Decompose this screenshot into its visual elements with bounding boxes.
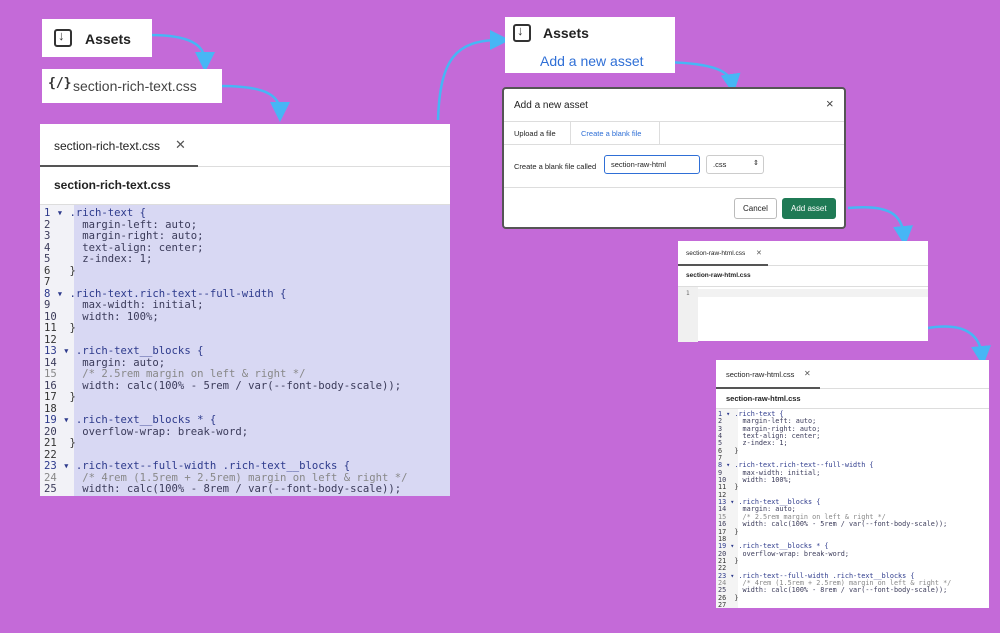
code-line: 11 } bbox=[44, 322, 76, 334]
code-line: 27 bbox=[718, 600, 727, 608]
assets-panel-right: Assets Add a new asset bbox=[505, 17, 675, 73]
code-line: 9 max-width: initial; bbox=[44, 299, 204, 311]
file-chip[interactable]: {/} section-rich-text.css bbox=[42, 69, 222, 103]
add-asset-button[interactable]: Add asset bbox=[782, 198, 836, 219]
extension-select[interactable]: .css ⇕ bbox=[706, 155, 764, 174]
code-line: 5 z-index: 1; bbox=[44, 253, 153, 265]
file-title: section-raw-html.css bbox=[686, 272, 751, 279]
dialog-title: Add a new asset bbox=[514, 100, 588, 111]
assets-label: Assets bbox=[543, 25, 589, 41]
code-line: 11 } bbox=[718, 483, 739, 492]
tab-upload-file[interactable]: Upload a file bbox=[504, 122, 570, 144]
filename-value: section-raw-html bbox=[611, 160, 667, 169]
select-arrows-icon: ⇕ bbox=[753, 160, 759, 167]
code-line: 6 } bbox=[718, 446, 739, 455]
assets-header-left[interactable]: Assets bbox=[42, 19, 152, 57]
close-icon[interactable]: ✕ bbox=[756, 249, 762, 257]
small-code-editor: section-raw-html.css ✕ section-raw-html.… bbox=[678, 241, 928, 342]
active-line bbox=[698, 289, 928, 297]
code-line: 1 ▾ .rich-text { bbox=[44, 207, 147, 219]
final-code-editor: section-raw-html.css ✕ section-raw-html.… bbox=[716, 360, 989, 608]
file-title: section-rich-text.css bbox=[54, 178, 171, 192]
assets-label: Assets bbox=[85, 31, 131, 47]
code-line: 16 width: calc(100% - 5rem / var(--font-… bbox=[718, 520, 948, 529]
code-line: 5 z-index: 1; bbox=[718, 439, 788, 448]
code-line: 6 } bbox=[44, 264, 76, 277]
code-line: 17 } bbox=[44, 391, 76, 403]
close-icon[interactable]: × bbox=[826, 96, 834, 111]
code-line: 20 overflow-wrap: break-word; bbox=[718, 549, 849, 558]
editor-tab-bar: section-rich-text.css ✕ bbox=[40, 124, 450, 167]
code-area[interactable]: 1 ▾ .rich-text {2 margin-left: auto; 3 ma… bbox=[716, 408, 989, 608]
tab-create-label: Create a blank file bbox=[581, 129, 642, 138]
code-line: 15 /* 2.5rem margin on left & right */ bbox=[44, 368, 306, 380]
code-line: 16 width: calc(100% - 5rem / var(--font-… bbox=[44, 379, 402, 392]
add-new-asset-link[interactable]: Add a new asset bbox=[540, 53, 644, 69]
tab-label: section-raw-html.css bbox=[726, 370, 795, 379]
arrow-6 bbox=[927, 325, 991, 366]
page-root: { "assets_top": {"label": "Assets"}, "fi… bbox=[0, 0, 1000, 633]
folder-download-icon bbox=[513, 23, 531, 42]
code-line: 17 } bbox=[718, 527, 739, 536]
tab-section-raw-html[interactable]: section-raw-html.css ✕ bbox=[716, 360, 820, 389]
code-area[interactable]: 1 bbox=[678, 286, 928, 342]
code-line: 21 } bbox=[718, 556, 739, 565]
code-line: 26 } bbox=[718, 593, 739, 602]
tab-upload-label: Upload a file bbox=[514, 129, 556, 138]
line-number: 1 bbox=[686, 290, 690, 297]
code-line: 25 width: calc(100% - 8rem / var(--font-… bbox=[44, 483, 402, 495]
tab-section-rich-text[interactable]: section-rich-text.css ✕ bbox=[40, 124, 198, 167]
close-icon[interactable]: ✕ bbox=[804, 369, 811, 378]
arrow-3 bbox=[436, 30, 510, 121]
code-line: 20 overflow-wrap: break-word; bbox=[44, 425, 249, 438]
tab-section-raw-html[interactable]: section-raw-html.css ✕ bbox=[678, 241, 768, 266]
code-line: 25 width: calc(100% - 8rem / var(--font-… bbox=[718, 586, 948, 595]
code-line: 10 width: 100%; bbox=[718, 476, 792, 485]
arrow-1 bbox=[149, 33, 215, 72]
code-line: 23 ▾ .rich-text--full-width .rich-text__… bbox=[44, 460, 351, 472]
filename-input[interactable]: section-raw-html bbox=[604, 155, 700, 174]
code-line: 7 bbox=[44, 276, 51, 288]
close-icon[interactable]: ✕ bbox=[175, 137, 186, 153]
code-line: 3 margin-right: auto; bbox=[44, 230, 204, 242]
big-code-editor: section-rich-text.css ✕ section-rich-tex… bbox=[40, 124, 450, 496]
code-lines: 1 ▾ .rich-text {2 margin-left: auto; 3 ma… bbox=[44, 207, 408, 496]
tab-label: section-rich-text.css bbox=[54, 139, 161, 153]
add-asset-dialog: Add a new asset × Upload a file Create a… bbox=[502, 87, 846, 229]
extension-value: .css bbox=[713, 160, 727, 169]
editor-tab-bar: section-raw-html.css ✕ bbox=[716, 360, 989, 389]
field-label: Create a blank file called bbox=[514, 162, 597, 171]
file-title: section-raw-html.css bbox=[726, 394, 801, 403]
folder-download-icon bbox=[54, 28, 72, 47]
arrow-2 bbox=[219, 84, 290, 122]
tab-create-blank[interactable]: Create a blank file bbox=[570, 122, 660, 144]
code-line: 19 ▾ .rich-text__blocks * { bbox=[44, 414, 217, 426]
code-area[interactable]: 1 ▾ .rich-text {2 margin-left: auto; 3 ma… bbox=[40, 204, 450, 496]
code-lines: 1 ▾ .rich-text {2 margin-left: auto; 3 ma… bbox=[718, 410, 951, 608]
code-file-icon: {/} bbox=[48, 76, 72, 91]
editor-tab-bar: section-raw-html.css ✕ bbox=[678, 241, 928, 266]
code-line: 21 } bbox=[44, 437, 76, 449]
file-chip-label: section-rich-text.css bbox=[73, 78, 197, 94]
tab-label: section-raw-html.css bbox=[686, 250, 746, 257]
arrow-5 bbox=[847, 205, 914, 246]
cancel-button[interactable]: Cancel bbox=[734, 198, 777, 219]
divider bbox=[504, 187, 844, 188]
divider bbox=[504, 144, 844, 145]
code-line: 13 ▾ .rich-text__blocks { bbox=[44, 345, 204, 357]
code-line: 10 width: 100%; bbox=[44, 310, 159, 323]
